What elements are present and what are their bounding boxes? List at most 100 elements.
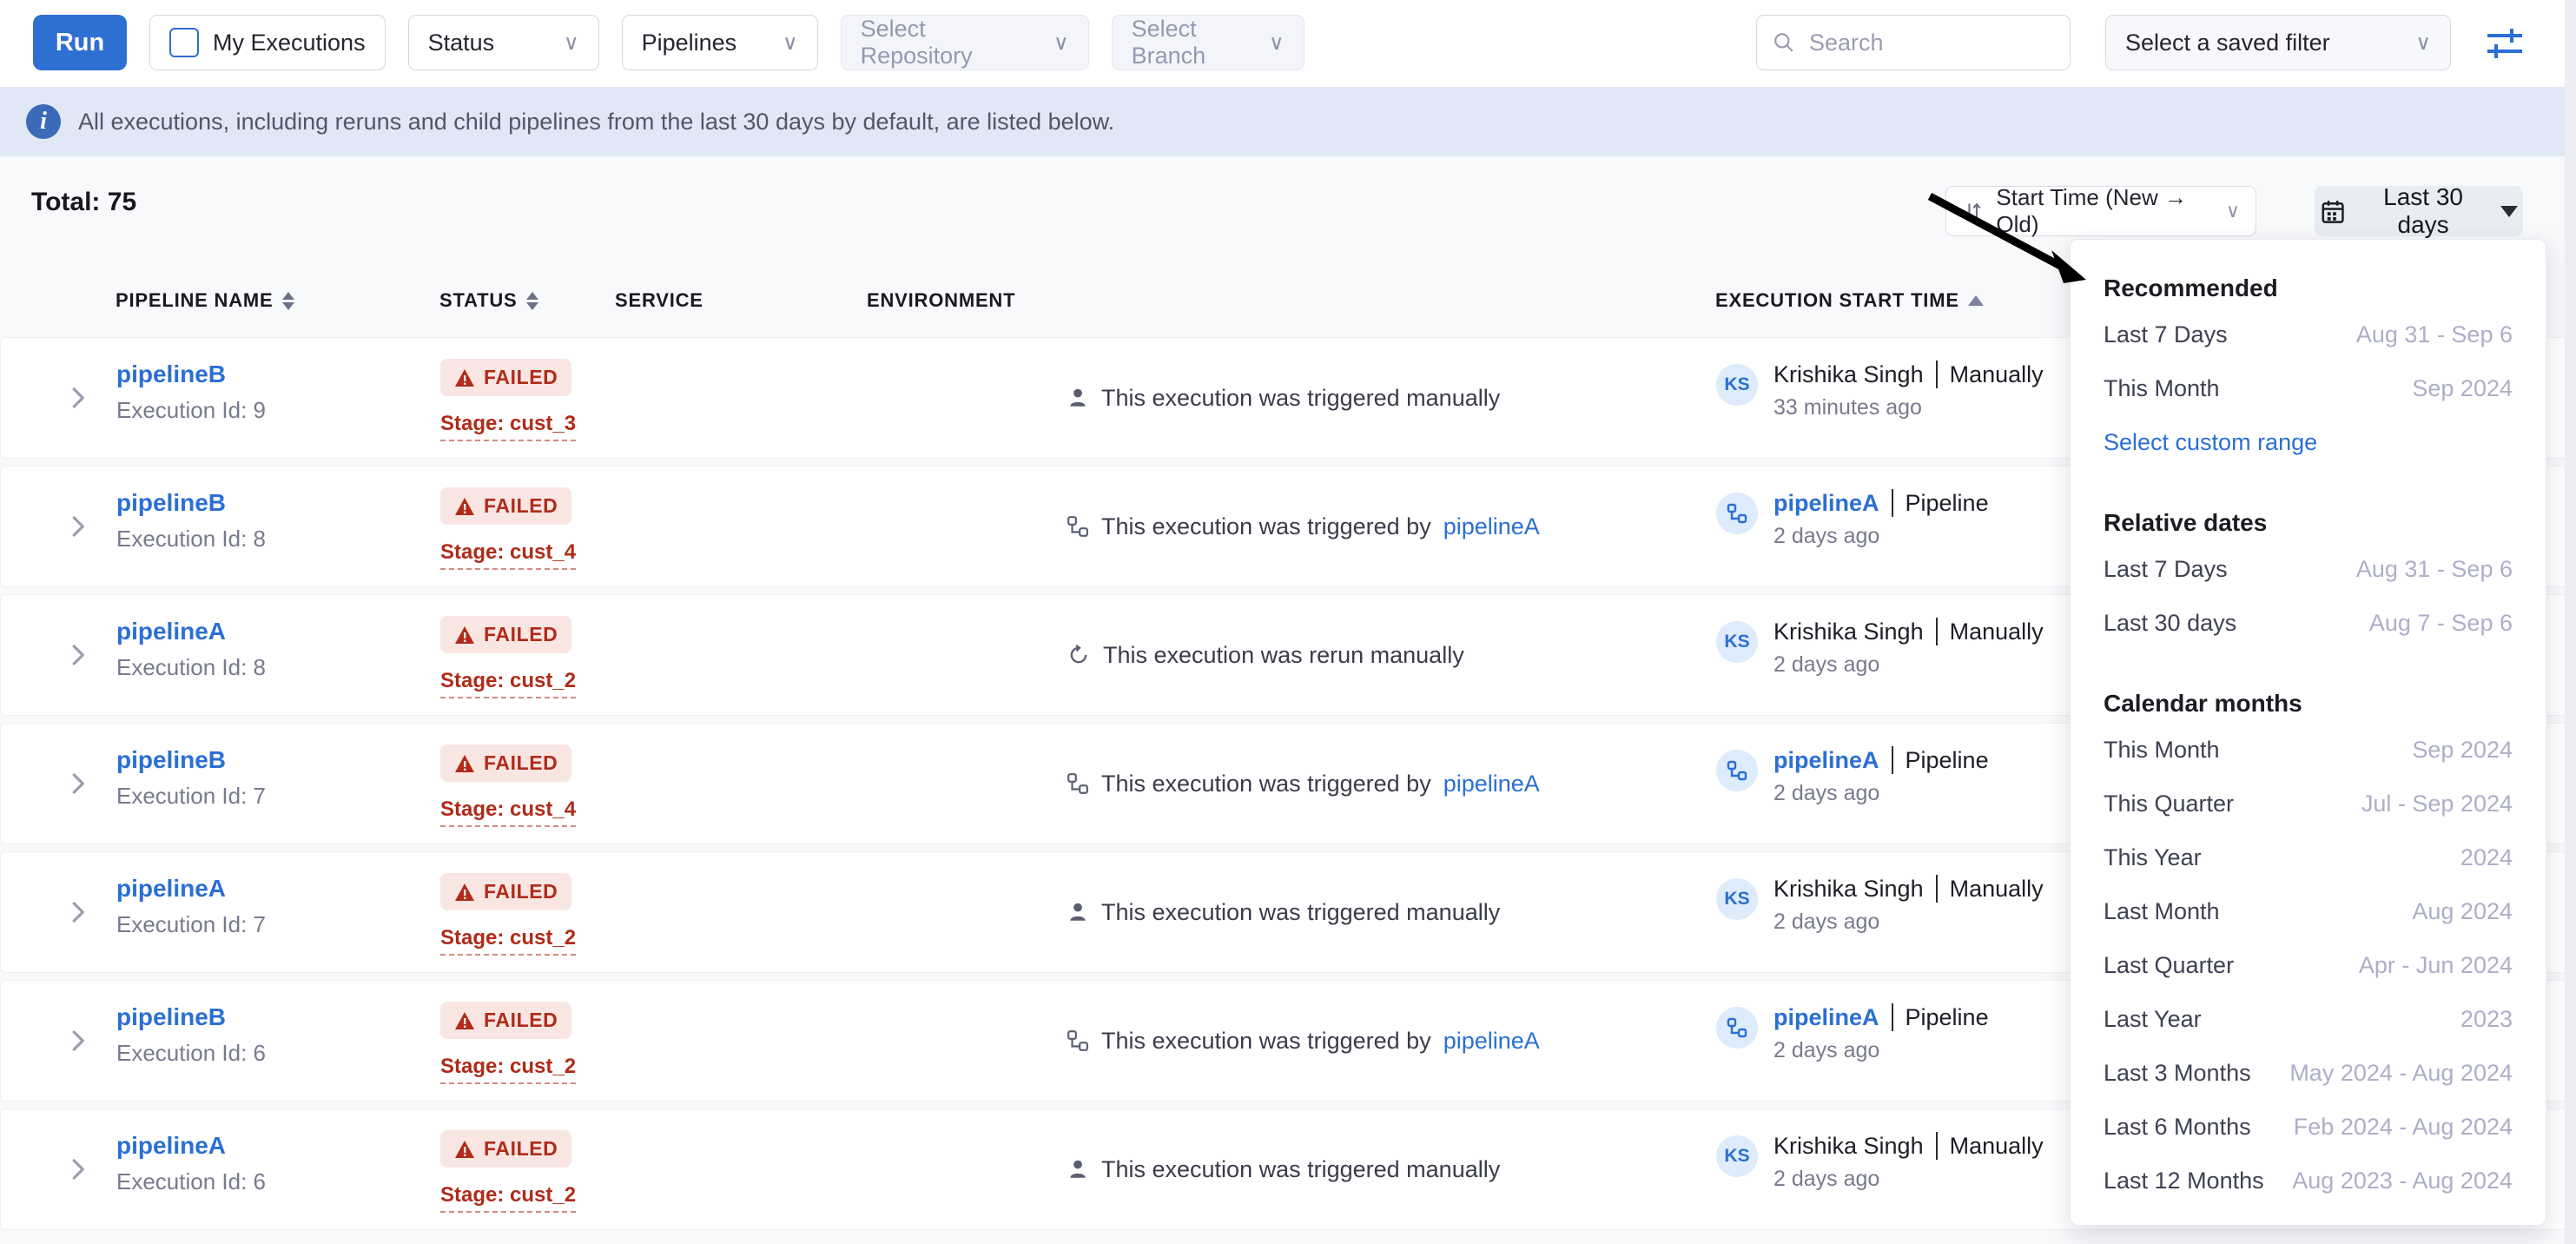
stage-link[interactable]: Stage: cust_2 (440, 669, 576, 698)
date-menu-item[interactable]: Last Month Aug 2024 (2104, 884, 2513, 938)
pipeline-name-link[interactable]: pipelineA (116, 875, 440, 903)
date-menu-item[interactable]: Last 3 Months May 2024 - Aug 2024 (2104, 1046, 2513, 1100)
date-menu-item[interactable]: Last Quarter Apr - Jun 2024 (2104, 938, 2513, 992)
status-badge: FAILED (440, 487, 571, 525)
pipeline-name-link[interactable]: pipelineB (116, 746, 440, 774)
my-executions-checkbox[interactable] (169, 28, 199, 57)
starter-pipeline-link[interactable]: pipelineA (1773, 747, 1879, 774)
trigger-pipeline-link[interactable]: pipelineA (1443, 513, 1540, 540)
divider (1892, 746, 1893, 774)
pipeline-icon (1727, 1017, 1747, 1038)
date-menu-item[interactable]: This Quarter Jul - Sep 2024 (2104, 777, 2513, 830)
page-scrollbar[interactable] (2565, 0, 2576, 1244)
status-badge: FAILED (440, 873, 571, 910)
select-custom-range-link[interactable]: Select custom range (2104, 415, 2513, 469)
execution-id: Execution Id: 7 (116, 911, 440, 938)
user-icon (1067, 1157, 1089, 1181)
user-icon (1067, 386, 1089, 410)
date-range-button[interactable]: Last 30 days (2315, 186, 2523, 236)
pipeline-name-link[interactable]: pipelineB (116, 1003, 440, 1031)
start-time: 2 days ago (1773, 910, 2044, 935)
toolbar-left: Run My Executions Status ∨ Pipelines ∨ S… (33, 15, 1305, 70)
expand-chevron-icon[interactable] (64, 1156, 90, 1182)
service-cell (616, 852, 868, 972)
expand-chevron-icon[interactable] (64, 642, 90, 668)
column-header-execution-start-time[interactable]: EXECUTION START TIME (1715, 289, 1984, 312)
avatar-pipeline (1716, 750, 1758, 791)
execution-id: Execution Id: 6 (116, 1040, 440, 1067)
stage-link[interactable]: Stage: cust_2 (440, 1055, 576, 1084)
select-branch-dropdown[interactable]: Select Branch ∨ (1112, 15, 1305, 70)
filter-sliders-icon[interactable] (2486, 25, 2524, 60)
pipeline-name-link[interactable]: pipelineA (116, 1132, 440, 1160)
trigger-pipeline-link[interactable]: pipelineA (1443, 1028, 1540, 1055)
pipeline-icon (1067, 1029, 1089, 1052)
trigger-pipeline-link[interactable]: pipelineA (1443, 771, 1540, 797)
status-filter-dropdown[interactable]: Status ∨ (408, 15, 599, 70)
date-menu-item[interactable]: Last 7 Days Aug 31 - Sep 6 (2104, 542, 2513, 596)
sort-toggle-icon[interactable] (282, 292, 294, 310)
divider (1892, 1003, 1893, 1031)
expand-chevron-icon[interactable] (64, 385, 90, 411)
starter-pipeline-link[interactable]: pipelineA (1773, 1004, 1879, 1031)
start-time: 2 days ago (1773, 1167, 2044, 1192)
execution-id: Execution Id: 8 (116, 654, 440, 681)
chevron-down-icon: ∨ (2415, 30, 2431, 56)
stage-link[interactable]: Stage: cust_4 (440, 540, 576, 570)
sort-dropdown[interactable]: Start Time (New → Old) ∨ (1945, 186, 2256, 236)
date-menu-item[interactable]: Last 12 Months Aug 2023 - Aug 2024 (2104, 1154, 2513, 1208)
warning-icon (454, 368, 475, 387)
date-menu-item[interactable]: This Year 2024 (2104, 830, 2513, 884)
environment-cell (868, 467, 1067, 586)
service-cell (616, 981, 868, 1101)
starter-pipeline-link[interactable]: pipelineA (1773, 490, 1879, 517)
column-header-pipeline-name[interactable]: PIPELINE NAME (116, 289, 439, 312)
column-header-status[interactable]: STATUS (439, 289, 615, 312)
date-menu-item[interactable]: Last 6 Months Feb 2024 - Aug 2024 (2104, 1100, 2513, 1154)
environment-cell (868, 852, 1067, 972)
select-repository-dropdown[interactable]: Select Repository ∨ (841, 15, 1089, 70)
toolbar-right: Select a saved filter ∨ (1756, 15, 2524, 70)
date-menu-item[interactable]: Last 30 days Aug 7 - Sep 6 (2104, 596, 2513, 650)
my-executions-toggle[interactable]: My Executions (149, 15, 386, 70)
service-cell (616, 724, 868, 844)
pipeline-icon (1067, 772, 1089, 795)
starter-name: Krishika Singh (1773, 876, 1924, 903)
expand-chevron-icon[interactable] (64, 513, 90, 539)
date-menu-item[interactable]: Last Year 2023 (2104, 992, 2513, 1046)
run-button[interactable]: Run (33, 15, 127, 70)
sort-label: Start Time (New → Old) (1996, 184, 2213, 238)
pipeline-name-link[interactable]: pipelineA (116, 618, 440, 645)
pipeline-name-link[interactable]: pipelineB (116, 361, 440, 388)
search-input[interactable] (1807, 29, 2054, 57)
rerun-icon (1067, 643, 1091, 667)
date-menu-item[interactable]: This Month Sep 2024 (2104, 361, 2513, 415)
warning-icon (454, 1140, 475, 1159)
expand-chevron-icon[interactable] (64, 771, 90, 797)
trigger-text: This execution was triggered manually (1101, 899, 1500, 926)
start-time: 2 days ago (1773, 1038, 1989, 1063)
expand-chevron-icon[interactable] (64, 1028, 90, 1054)
expand-chevron-icon[interactable] (64, 899, 90, 925)
search-icon (1773, 30, 1795, 56)
stage-link[interactable]: Stage: cust_2 (440, 1183, 576, 1213)
pipeline-name-link[interactable]: pipelineB (116, 489, 440, 517)
toolbar: Run My Executions Status ∨ Pipelines ∨ S… (0, 0, 2576, 87)
date-menu-item[interactable]: This Month Sep 2024 (2104, 723, 2513, 777)
stage-link[interactable]: Stage: cust_3 (440, 412, 576, 441)
divider (1892, 489, 1893, 517)
date-menu-section-header: Calendar months (2104, 685, 2513, 723)
select-branch-label: Select Branch (1132, 16, 1255, 69)
sort-toggle-icon[interactable] (526, 292, 538, 310)
service-cell (616, 1109, 868, 1229)
saved-filter-dropdown[interactable]: Select a saved filter ∨ (2105, 15, 2451, 70)
avatar: KS (1716, 364, 1758, 406)
date-menu-item[interactable]: Last 7 Days Aug 31 - Sep 6 (2104, 308, 2513, 361)
trigger-type: Manually (1950, 876, 2044, 903)
pipelines-filter-dropdown[interactable]: Pipelines ∨ (622, 15, 818, 70)
stage-link[interactable]: Stage: cust_4 (440, 797, 576, 827)
stage-link[interactable]: Stage: cust_2 (440, 926, 576, 956)
service-cell (616, 467, 868, 586)
trigger-text: This execution was triggered manually (1101, 385, 1500, 412)
executions-page: Run My Executions Status ∨ Pipelines ∨ S… (0, 0, 2576, 1244)
